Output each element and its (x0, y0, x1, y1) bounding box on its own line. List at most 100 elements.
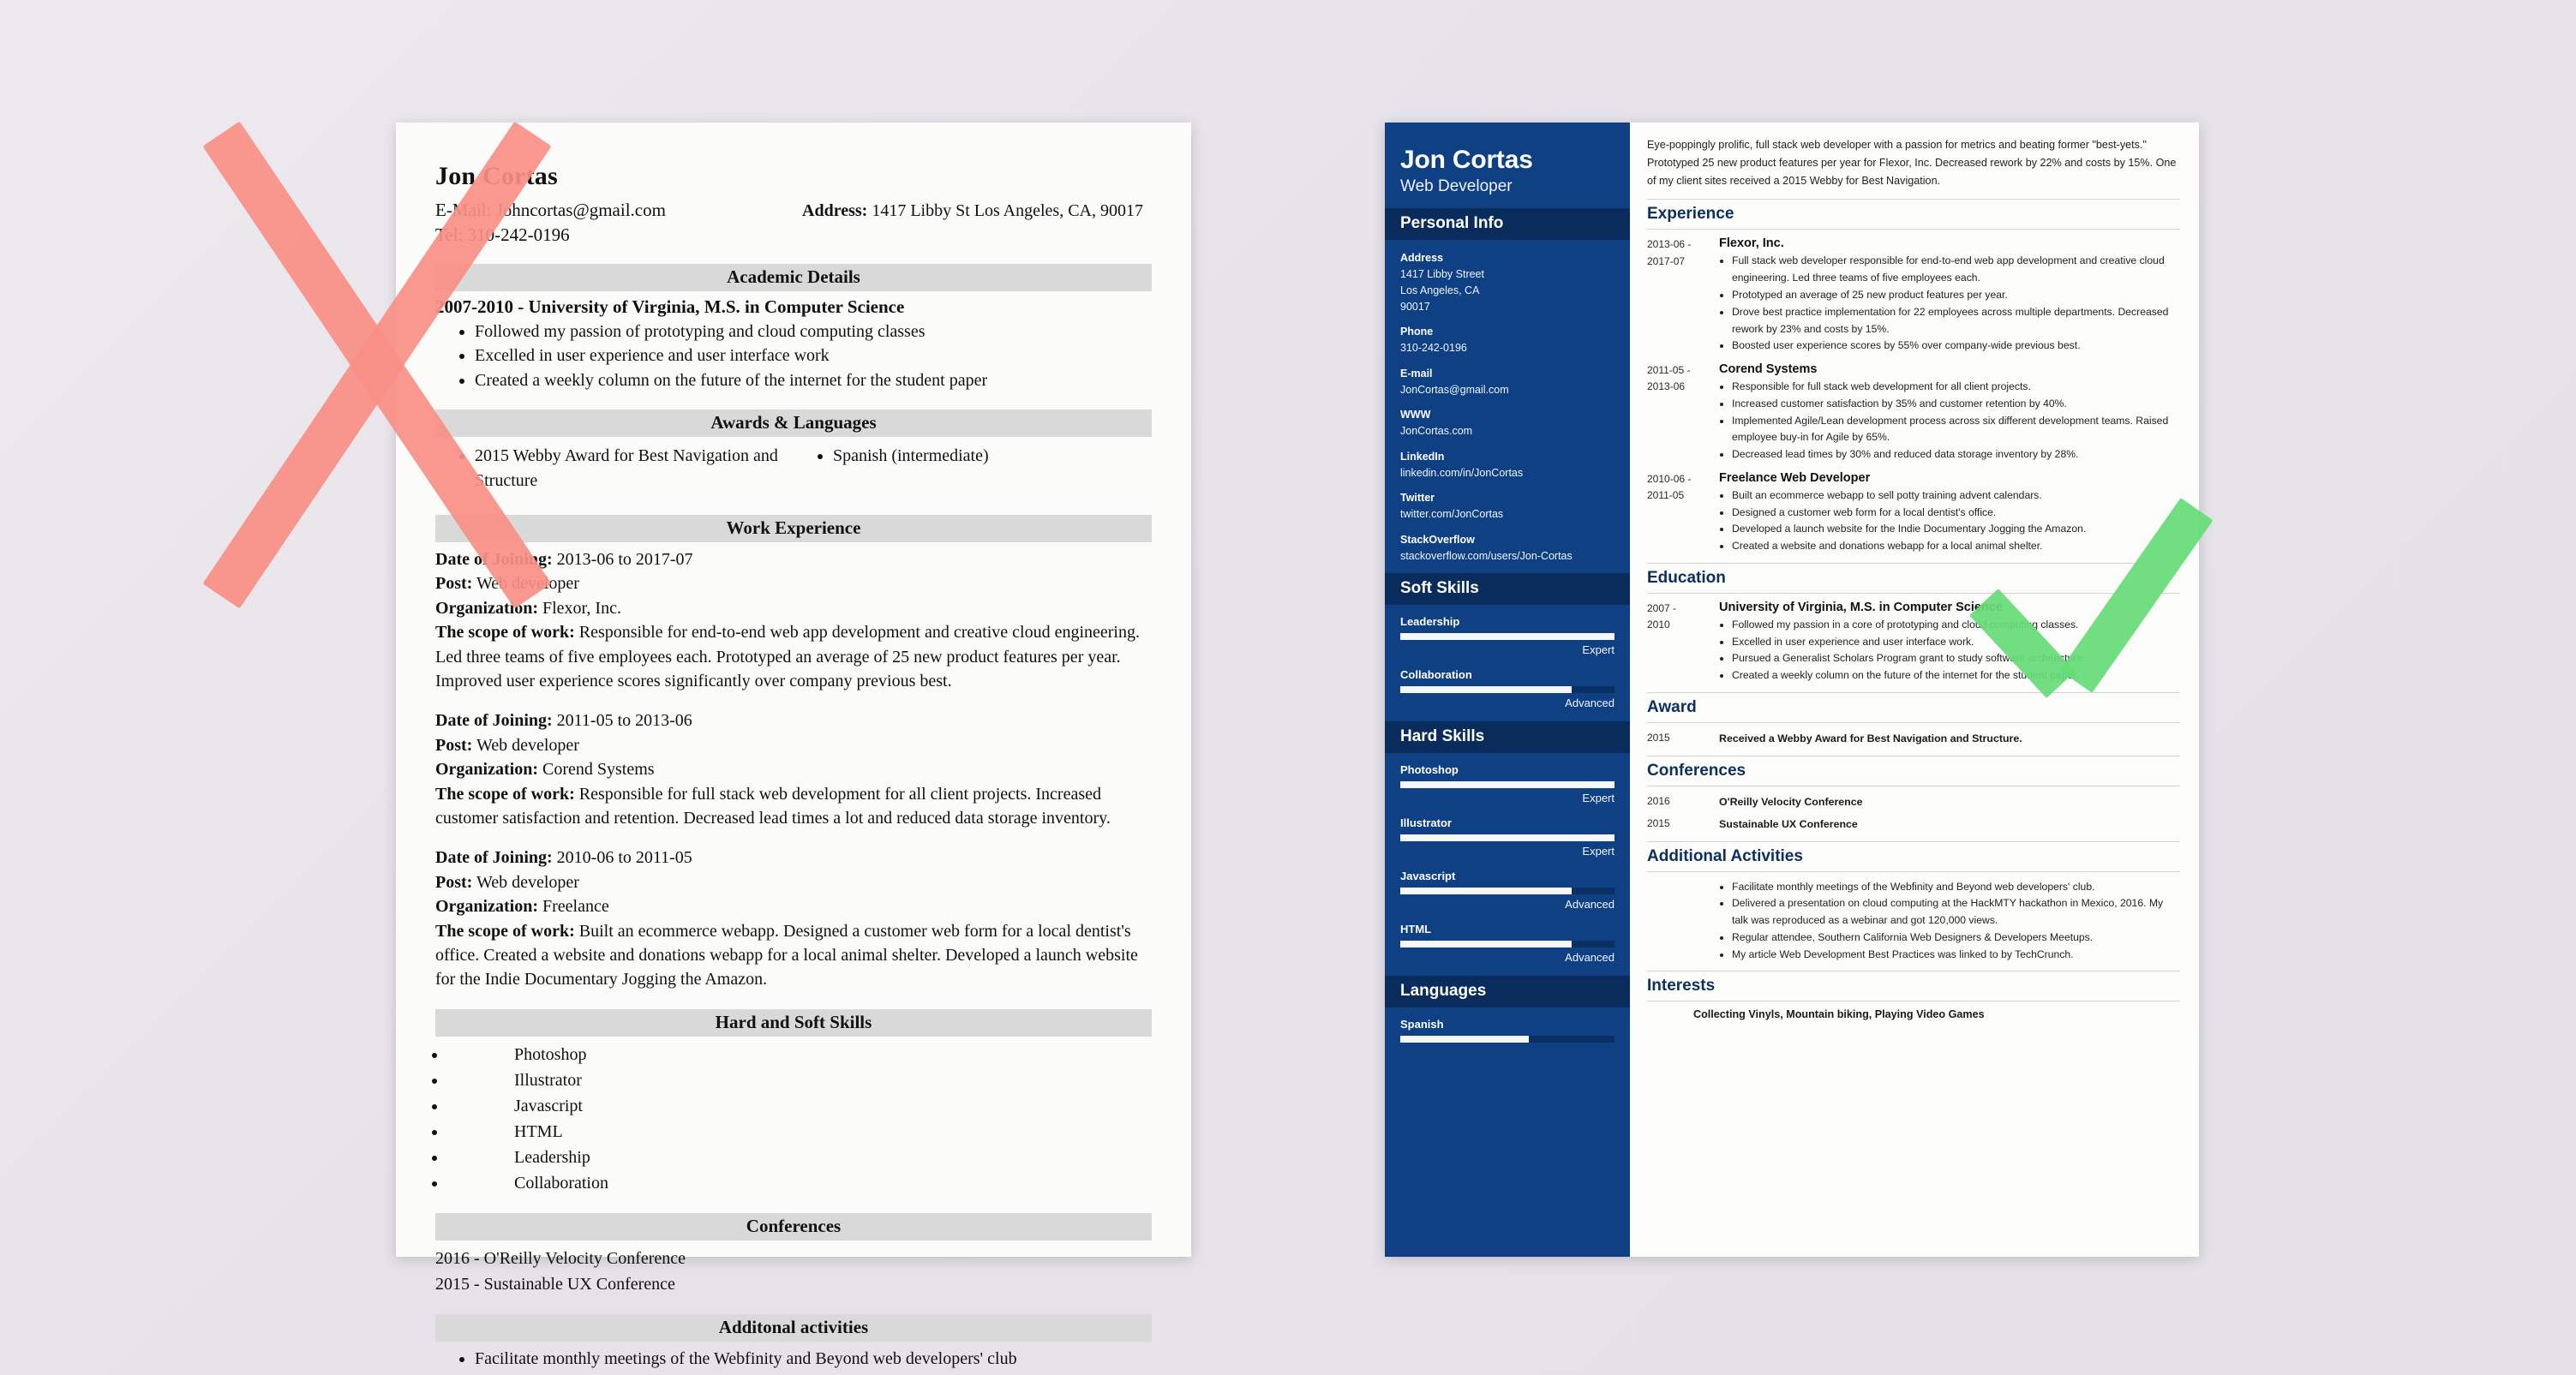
comparison-canvas: Jon Cortas E-Mail: Johncortas@gmail.com … (0, 0, 2576, 1375)
list-item: Spanish (intermediate) (833, 444, 1152, 468)
bad-work-date-value: 2013-06 to 2017-07 (556, 550, 693, 570)
entry-org: University of Virginia, M.S. in Computer… (1719, 600, 2003, 614)
list-item: Created a weekly column on the future of… (1732, 667, 2180, 685)
field-value: 1417 Libby Street Los Angeles, CA 90017 (1400, 268, 1484, 313)
skill-meter: Illustrator Expert (1400, 816, 1614, 858)
entry-dates: 2007 - 2010 (1647, 601, 1677, 631)
bad-section-conferences-header: Conferences (435, 1212, 1152, 1240)
list-item: Leadership (447, 1145, 1152, 1170)
experience-entry: 2010-06 - 2011-05 Freelance Web Develope… (1647, 471, 2180, 555)
bad-awards-col-left: 2015 Webby Award for Best Navigation and… (435, 442, 794, 498)
field-value: JonCortas.com (1400, 425, 1473, 438)
bad-additional-list: Facilitate monthly meetings of the Webfi… (435, 1347, 1152, 1375)
sidebar-field-address: Address 1417 Libby Street Los Angeles, C… (1400, 250, 1614, 314)
entry-org: Corend Systems (1719, 362, 1818, 377)
field-label: Address (1400, 252, 1444, 265)
list-item: Made a presentation on cloud computing a… (475, 1371, 1152, 1375)
bad-academic-bullets: Followed my passion of prototyping and c… (435, 320, 1152, 392)
field-label: StackOverflow (1400, 533, 1475, 546)
entry-org: Flexor, Inc. (1719, 236, 1784, 251)
entry-year: 2015 (1647, 732, 1670, 744)
entry-bullets: Built an ecommerce webapp to sell potty … (1719, 487, 2180, 555)
interests-text: Collecting Vinyls, Mountain biking, Play… (1693, 1008, 1985, 1021)
skill-level: Expert (1582, 643, 1614, 657)
list-item: Facilitate monthly meetings of the Webfi… (475, 1347, 1152, 1371)
skill-meter: Photoshop Expert (1400, 763, 1614, 804)
bad-work-org-label: Organization: (435, 897, 538, 917)
bad-skills-list: Photoshop Illustrator Javascript HTML Le… (435, 1042, 1152, 1196)
skill-level: Advanced (1565, 951, 1614, 965)
sidebar-section-hard-skills: Hard Skills (1385, 721, 1630, 754)
section-title: Additional Activities (1647, 840, 2180, 872)
bad-conference-item: 2016 - O'Reilly Velocity Conference (435, 1248, 686, 1268)
list-item: Designed a customer web form for a local… (1732, 505, 2180, 522)
bad-resume-contact-left: E-Mail: Johncortas@gmail.com Tel: 310-24… (435, 198, 666, 247)
sidebar-field-stackoverflow: StackOverflow stackoverflow.com/users/Jo… (1400, 532, 1614, 565)
entry-text: Sustainable UX Conference (1719, 817, 1858, 830)
bad-work-post-label: Post: (435, 872, 473, 892)
list-item: Developed a launch website for the Indie… (1732, 521, 2180, 538)
field-label: Phone (1400, 326, 1434, 338)
bad-resume-address-label: Address: (802, 201, 868, 220)
skill-fill (1400, 941, 1572, 948)
skill-fill (1400, 834, 1614, 842)
good-resume-summary: Eye-poppingly prolific, full stack web d… (1647, 139, 2177, 188)
bad-resume-email: E-Mail: Johncortas@gmail.com (435, 200, 666, 220)
skill-label: Spanish (1400, 1018, 1444, 1031)
bad-work-org-value: Corend Systems (542, 760, 655, 780)
skill-level: Expert (1582, 845, 1614, 858)
good-resume-document: Jon Cortas Web Developer Personal Info A… (1385, 123, 2199, 1257)
list-item: Followed my passion in a core of prototy… (1732, 617, 2180, 634)
sidebar-hard-skills-list: Photoshop Expert Illustrator Expert Java… (1385, 763, 1630, 964)
sidebar-languages-list: Spanish (1385, 1018, 1630, 1043)
bad-resume-tel: Tel: 310-242-0196 (435, 224, 570, 245)
entry-dates: 2011-05 - 2013-06 (1647, 364, 1691, 393)
skill-label: Collaboration (1400, 668, 1472, 682)
bad-skill-label: Photoshop (514, 1044, 587, 1064)
bad-resume-name: Jon Cortas (435, 162, 558, 190)
entry-bullets: Facilitate monthly meetings of the Webfi… (1719, 879, 2180, 964)
skill-meter: Collaboration Advanced (1400, 668, 1614, 709)
good-section-interests: Interests Collecting Vinyls, Mountain bi… (1647, 971, 2180, 1020)
bad-section-academic-header: Academic Details (435, 264, 1152, 292)
experience-entry: 2013-06 - 2017-07 Flexor, Inc. Full stac… (1647, 236, 2180, 355)
bad-work-date-label: Date of Joining: (435, 550, 553, 570)
bad-resume-contact-row: E-Mail: Johncortas@gmail.com Tel: 310-24… (435, 198, 1152, 247)
entry-body: Facilitate monthly meetings of the Webfi… (1719, 879, 2180, 964)
bullet-text: Developed a launch website for the Indie… (1732, 523, 2087, 535)
bad-skill-label: Javascript (514, 1096, 583, 1115)
good-resume-sidebar: Jon Cortas Web Developer Personal Info A… (1385, 123, 1630, 1257)
entry-year: 2015 (1647, 816, 1670, 829)
skill-meter: Javascript Advanced (1400, 870, 1614, 911)
sidebar-section-personal-info: Personal Info (1385, 208, 1630, 241)
section-title: Education (1647, 562, 2180, 594)
bad-conference-item: 2015 - Sustainable UX Conference (435, 1274, 675, 1294)
entry-org: Freelance Web Developer (1719, 470, 1871, 485)
entry-bullets: Full stack web developer responsible for… (1719, 253, 2180, 355)
list-item: Responsible for full stack web developme… (1732, 379, 2180, 396)
skill-track (1400, 941, 1614, 948)
bad-awards-col-right: Spanish (intermediate) (794, 442, 1152, 498)
bad-skill-label: HTML (514, 1121, 563, 1141)
bad-work-entry: Date of Joining: 2013-06 to 2017-07 Post… (435, 547, 1152, 693)
bad-awards-columns: 2015 Webby Award for Best Navigation and… (435, 442, 1152, 498)
skill-level: Expert (1582, 792, 1614, 805)
entry-text: Received a Webby Award for Best Navigati… (1719, 732, 2022, 745)
sidebar-soft-skills-list: Leadership Expert Collaboration Advanced (1385, 615, 1630, 709)
good-resume-main-column: Eye-poppingly prolific, full stack web d… (1630, 123, 2199, 1257)
bad-skill-label: Illustrator (514, 1070, 582, 1090)
skill-meter: HTML Advanced (1400, 923, 1614, 964)
skill-track (1400, 633, 1614, 641)
bad-work-org-value: Flexor, Inc. (542, 598, 621, 618)
bad-resume-document: Jon Cortas E-Mail: Johncortas@gmail.com … (396, 123, 1191, 1375)
bad-work-post-label: Post: (435, 574, 473, 594)
list-item: My article Web Development Best Practice… (1732, 947, 2180, 964)
list-item: Drove best practice implementation for 2… (1732, 304, 2180, 338)
skill-fill (1400, 888, 1572, 895)
list-item: Photoshop (447, 1042, 1152, 1067)
section-title: Award (1647, 692, 2180, 724)
conference-entry: 2016 O'Reilly Velocity Conference (1647, 793, 2180, 811)
field-value: 310-242-0196 (1400, 342, 1467, 355)
bad-work-date-value: 2011-05 to 2013-06 (556, 711, 692, 731)
list-item: Pursued a Generalist Scholars Program gr… (1732, 650, 2180, 667)
